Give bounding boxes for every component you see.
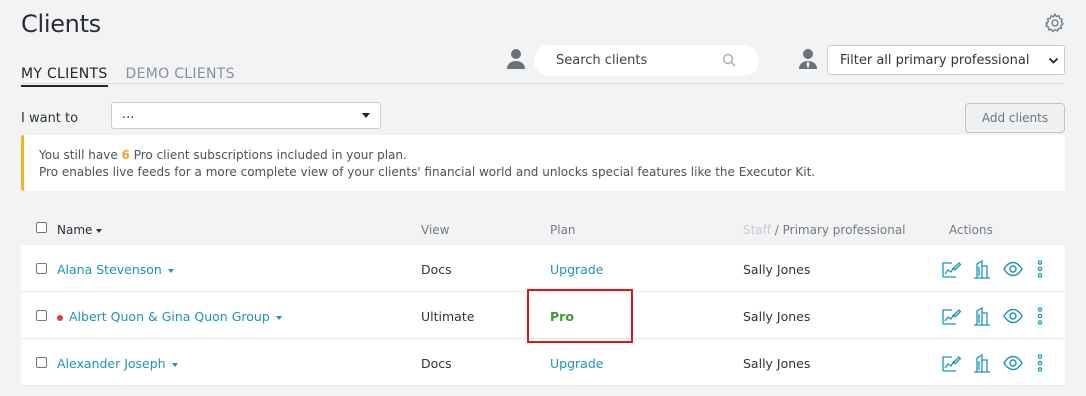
i-want-select[interactable]: ... <box>111 102 381 129</box>
gear-icon[interactable] <box>1044 12 1066 34</box>
eye-icon[interactable] <box>1003 353 1023 373</box>
edit-chart-icon[interactable] <box>941 353 961 373</box>
client-name-cell[interactable]: Albert Quon & Gina Quon Group <box>57 309 282 324</box>
row-checkbox[interactable] <box>36 310 47 321</box>
client-name-link[interactable]: Albert Quon & Gina Quon Group <box>69 309 270 324</box>
caret-down-icon[interactable] <box>167 268 174 273</box>
building-icon[interactable] <box>972 259 992 279</box>
row-actions <box>941 306 1046 326</box>
search-icon[interactable] <box>722 53 736 67</box>
edit-chart-icon[interactable] <box>941 306 961 326</box>
more-vertical-icon[interactable] <box>1034 353 1046 373</box>
client-name-link[interactable]: Alana Stevenson <box>57 262 162 277</box>
caret-down-icon[interactable] <box>275 315 282 320</box>
sort-caret-icon <box>96 228 103 233</box>
building-icon[interactable] <box>972 353 992 373</box>
building-icon[interactable] <box>972 306 992 326</box>
banner-text-post: Pro client subscriptions included in you… <box>133 148 407 162</box>
tab-divider <box>21 83 1064 84</box>
header-primary: Primary professional <box>782 223 906 237</box>
search-box[interactable]: Search clients <box>534 45 759 76</box>
banner-text-pre: You still have <box>39 148 118 162</box>
header-staff-professional: Staff / Primary professional <box>743 223 906 237</box>
professional-person-icon <box>799 49 817 69</box>
primary-professional-cell: Sally Jones <box>743 356 811 371</box>
banner-count: 6 <box>121 148 130 162</box>
edit-chart-icon[interactable] <box>941 259 961 279</box>
i-want-value: ... <box>122 107 135 122</box>
row-actions <box>941 259 1046 279</box>
header-view: View <box>421 223 450 237</box>
chevron-down-icon <box>1048 57 1059 64</box>
caret-down-icon <box>362 113 370 118</box>
plan-upgrade-link[interactable]: Upgrade <box>550 356 603 371</box>
row-actions <box>941 353 1046 373</box>
row-checkbox[interactable] <box>36 357 47 368</box>
search-input[interactable]: Search clients <box>556 53 647 68</box>
view-cell: Ultimate <box>421 309 475 324</box>
filter-selected-value: Filter all primary professional <box>840 53 1030 68</box>
status-dot <box>57 314 63 321</box>
more-vertical-icon[interactable] <box>1034 259 1046 279</box>
header-actions: Actions <box>949 223 993 237</box>
header-name[interactable]: Name <box>57 223 103 237</box>
view-cell: Docs <box>421 262 452 277</box>
header-staff: Staff <box>743 223 771 237</box>
client-name-cell[interactable]: Alana Stevenson <box>57 262 174 277</box>
banner-line-2: Pro enables live feeds for a more comple… <box>39 165 816 179</box>
primary-professional-cell: Sally Jones <box>743 262 811 277</box>
table-header: Name View Plan Staff / Primary professio… <box>21 212 1065 245</box>
caret-down-icon[interactable] <box>171 362 178 367</box>
pro-subscription-banner: You still have 6 Pro client subscription… <box>21 135 1065 191</box>
page-title: Clients <box>21 10 101 38</box>
table-row: Alexander Joseph Docs Upgrade Sally Jone… <box>21 339 1065 386</box>
select-all-checkbox[interactable] <box>36 222 47 233</box>
header-sep: / <box>770 223 783 237</box>
client-name-cell[interactable]: Alexander Joseph <box>57 356 178 371</box>
primary-professional-filter[interactable]: Filter all primary professional <box>827 45 1065 75</box>
header-plan: Plan <box>550 223 576 237</box>
client-name-link[interactable]: Alexander Joseph <box>57 356 166 371</box>
view-cell: Docs <box>421 356 452 371</box>
add-clients-button[interactable]: Add clients <box>965 103 1065 133</box>
primary-professional-cell: Sally Jones <box>743 309 811 324</box>
eye-icon[interactable] <box>1003 306 1023 326</box>
table-row: Alana Stevenson Docs Upgrade Sally Jones <box>21 245 1065 292</box>
more-vertical-icon[interactable] <box>1034 306 1046 326</box>
banner-line-1: You still have 6 Pro client subscription… <box>39 148 407 162</box>
header-name-label: Name <box>57 223 93 237</box>
i-want-label: I want to <box>21 111 79 126</box>
row-checkbox[interactable] <box>36 263 47 274</box>
highlight-box <box>527 289 633 343</box>
person-icon <box>507 49 525 69</box>
plan-upgrade-link[interactable]: Upgrade <box>550 262 603 277</box>
eye-icon[interactable] <box>1003 259 1023 279</box>
